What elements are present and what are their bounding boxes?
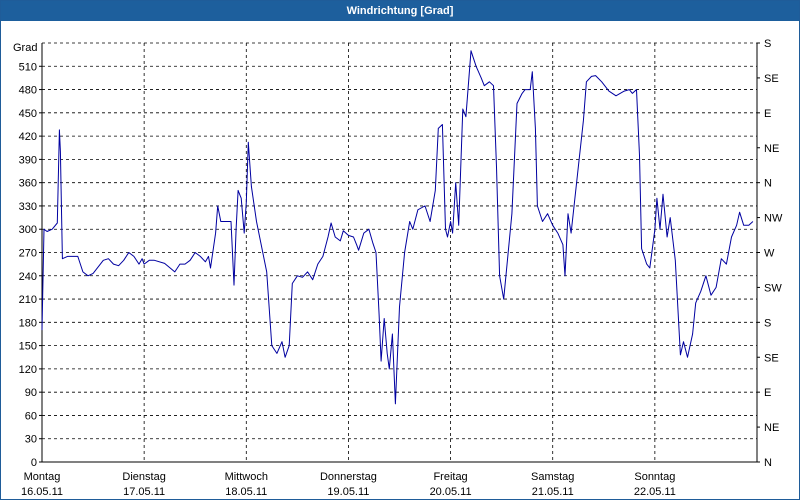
wind-direction-chart: 0 30 60 90 120 150 180 210 240 270 300 330 360 390 420…	[13, 38, 783, 498]
x-tick-date-label: 21.05.11	[532, 486, 574, 498]
right-axis-label: SE	[764, 73, 779, 85]
y-tick-label: 480	[19, 85, 37, 97]
chart-window: Windrichtung [Grad] 0 30 60 90 120 150 180 210 2…	[0, 0, 800, 500]
y-tick-label: 450	[19, 108, 37, 120]
x-tick-date-label: 19.05.11	[327, 486, 369, 498]
x-tick-date-label: 16.05.11	[21, 486, 63, 498]
y-tick-label: 330	[19, 201, 37, 213]
right-axis-label: NE	[764, 143, 779, 155]
y-tick-label: 120	[19, 364, 37, 376]
x-tick-date-label: 17.05.11	[123, 486, 165, 498]
right-axis-label: W	[764, 248, 775, 260]
right-axis-label: N	[764, 457, 772, 469]
right-axis-label: E	[764, 387, 771, 399]
x-tick-date-label: 18.05.11	[225, 486, 267, 498]
right-axis-label: SE	[764, 352, 779, 364]
right-axis-label: S	[764, 38, 771, 50]
x-tick-date-label: 22.05.11	[634, 486, 676, 498]
x-tick-day-label: Dienstag	[122, 471, 165, 483]
x-tick-day-label: Mittwoch	[225, 471, 268, 483]
y-tick-label: 30	[25, 434, 37, 446]
right-axis-label: S	[764, 317, 771, 329]
series-layer	[41, 50, 754, 405]
x-tick-day-label: Donnerstag	[320, 471, 377, 483]
y-axis-label: Grad	[13, 42, 37, 54]
right-axis-label: SW	[764, 282, 782, 294]
y-tick-label: 90	[25, 387, 37, 399]
y-tick-label: 270	[19, 248, 37, 260]
y-tick-label: 60	[25, 410, 37, 422]
grid	[42, 42, 757, 462]
y-tick-label: 360	[19, 178, 37, 190]
x-tick-day-label: Freitag	[433, 471, 467, 483]
y-tick-label: 420	[19, 131, 37, 143]
right-axis-label: NE	[764, 422, 779, 434]
y-tick-label: 300	[19, 224, 37, 236]
x-tick-day-label: Samstag	[531, 471, 574, 483]
right-axis-label: N	[764, 178, 772, 190]
y-tick-label: 0	[31, 457, 37, 469]
right-axis-label: NW	[764, 213, 783, 225]
right-axis-label: E	[764, 108, 771, 120]
y-tick-label: 150	[19, 341, 37, 353]
y-tick-label: 390	[19, 154, 37, 166]
y-tick-label: 240	[19, 271, 37, 283]
wind-direction-series-line	[41, 50, 754, 405]
x-tick-date-label: 20.05.11	[430, 486, 472, 498]
y-tick-label: 510	[19, 61, 37, 73]
y-tick-label: 210	[19, 294, 37, 306]
x-tick-day-label: Montag	[24, 471, 61, 483]
y-tick-label: 180	[19, 317, 37, 329]
x-tick-day-label: Sonntag	[634, 471, 675, 483]
axes: 0 30 60 90 120 150 180 210 240 270 300 330 360 390 420…	[19, 38, 783, 498]
